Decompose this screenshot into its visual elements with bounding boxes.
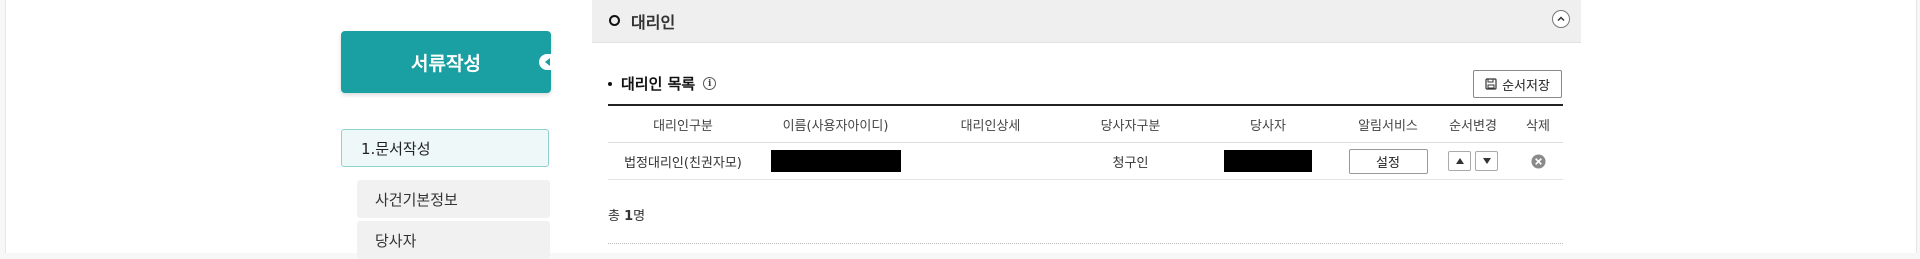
total-number: 1	[624, 209, 634, 224]
cell-order	[1433, 143, 1513, 179]
sidebar-step-label: 1.문서작성	[361, 139, 431, 158]
cell-party	[1193, 143, 1343, 179]
sidebar-item-party[interactable]: 당사자	[357, 221, 550, 259]
save-order-button[interactable]: 순서저장	[1473, 70, 1562, 98]
col-header-party: 당사자	[1250, 118, 1286, 134]
delete-icon[interactable]	[1530, 153, 1546, 169]
col-header-party-type: 당사자구분	[1100, 118, 1161, 134]
move-down-button[interactable]	[1475, 151, 1498, 171]
col-header-detail: 대리인상세	[960, 118, 1021, 134]
sidebar-item-label: 당사자	[375, 231, 417, 250]
cell-agent-type: 법정대리인(친권자모)	[624, 155, 742, 171]
circle-bullet-icon	[609, 15, 620, 26]
cell-agent-name	[758, 143, 913, 179]
cell-agent-detail	[913, 143, 1068, 179]
sidebar-title: 서류작성	[341, 31, 553, 93]
sidebar-item-label: 사건기본정보	[375, 190, 458, 209]
redacted-name	[770, 150, 901, 172]
table-row: 법정대리인(친권자모) 청구인 설정	[608, 143, 1563, 180]
total-count: 총 1명	[608, 205, 645, 224]
bullet-icon	[608, 81, 612, 86]
info-icon[interactable]: i	[703, 77, 717, 90]
section-title: 대리인	[631, 13, 676, 32]
redacted-party	[1224, 150, 1312, 172]
list-heading: 대리인 목록 i	[608, 73, 717, 94]
list-heading-text: 대리인 목록	[621, 75, 696, 93]
notify-setting-button[interactable]: 설정	[1348, 148, 1428, 174]
section-header: 대리인	[592, 0, 1581, 43]
cell-delete	[1513, 143, 1563, 179]
table-header: 대리인구분 이름(사용자아이디) 대리인상세 당사자구분 당사자 알림서비스 순…	[608, 106, 1563, 143]
cell-party-type: 청구인	[1112, 155, 1149, 171]
cell-notify: 설정	[1343, 143, 1433, 179]
col-header-name: 이름(사용자아이디)	[782, 118, 889, 134]
col-header-delete: 삭제	[1526, 118, 1550, 134]
chevron-up-icon[interactable]	[1552, 10, 1570, 28]
col-header-notify: 알림서비스	[1358, 118, 1418, 134]
divider	[608, 243, 1563, 244]
save-order-label: 순서저장	[1502, 78, 1550, 94]
move-up-button[interactable]	[1448, 151, 1471, 171]
sidebar-toggle-handle[interactable]	[539, 54, 553, 70]
col-header-order: 순서변경	[1449, 118, 1497, 134]
col-header-type: 대리인구분	[653, 118, 713, 134]
save-icon	[1485, 78, 1497, 90]
sidebar-title-text: 서류작성	[411, 52, 481, 75]
triangle-up-icon	[1455, 158, 1464, 164]
sidebar-item-case-info[interactable]: 사건기본정보	[357, 180, 550, 218]
page: 서류작성 1.문서작성 사건기본정보 당사자 대리인 대리인 목록 i 순서저장…	[5, 0, 1917, 259]
triangle-down-icon	[1482, 158, 1491, 164]
total-prefix: 총	[608, 209, 620, 224]
sidebar-step-document[interactable]: 1.문서작성	[341, 129, 549, 167]
agent-table: 대리인구분 이름(사용자아이디) 대리인상세 당사자구분 당사자 알림서비스 순…	[608, 104, 1563, 180]
total-unit: 명	[633, 209, 646, 224]
